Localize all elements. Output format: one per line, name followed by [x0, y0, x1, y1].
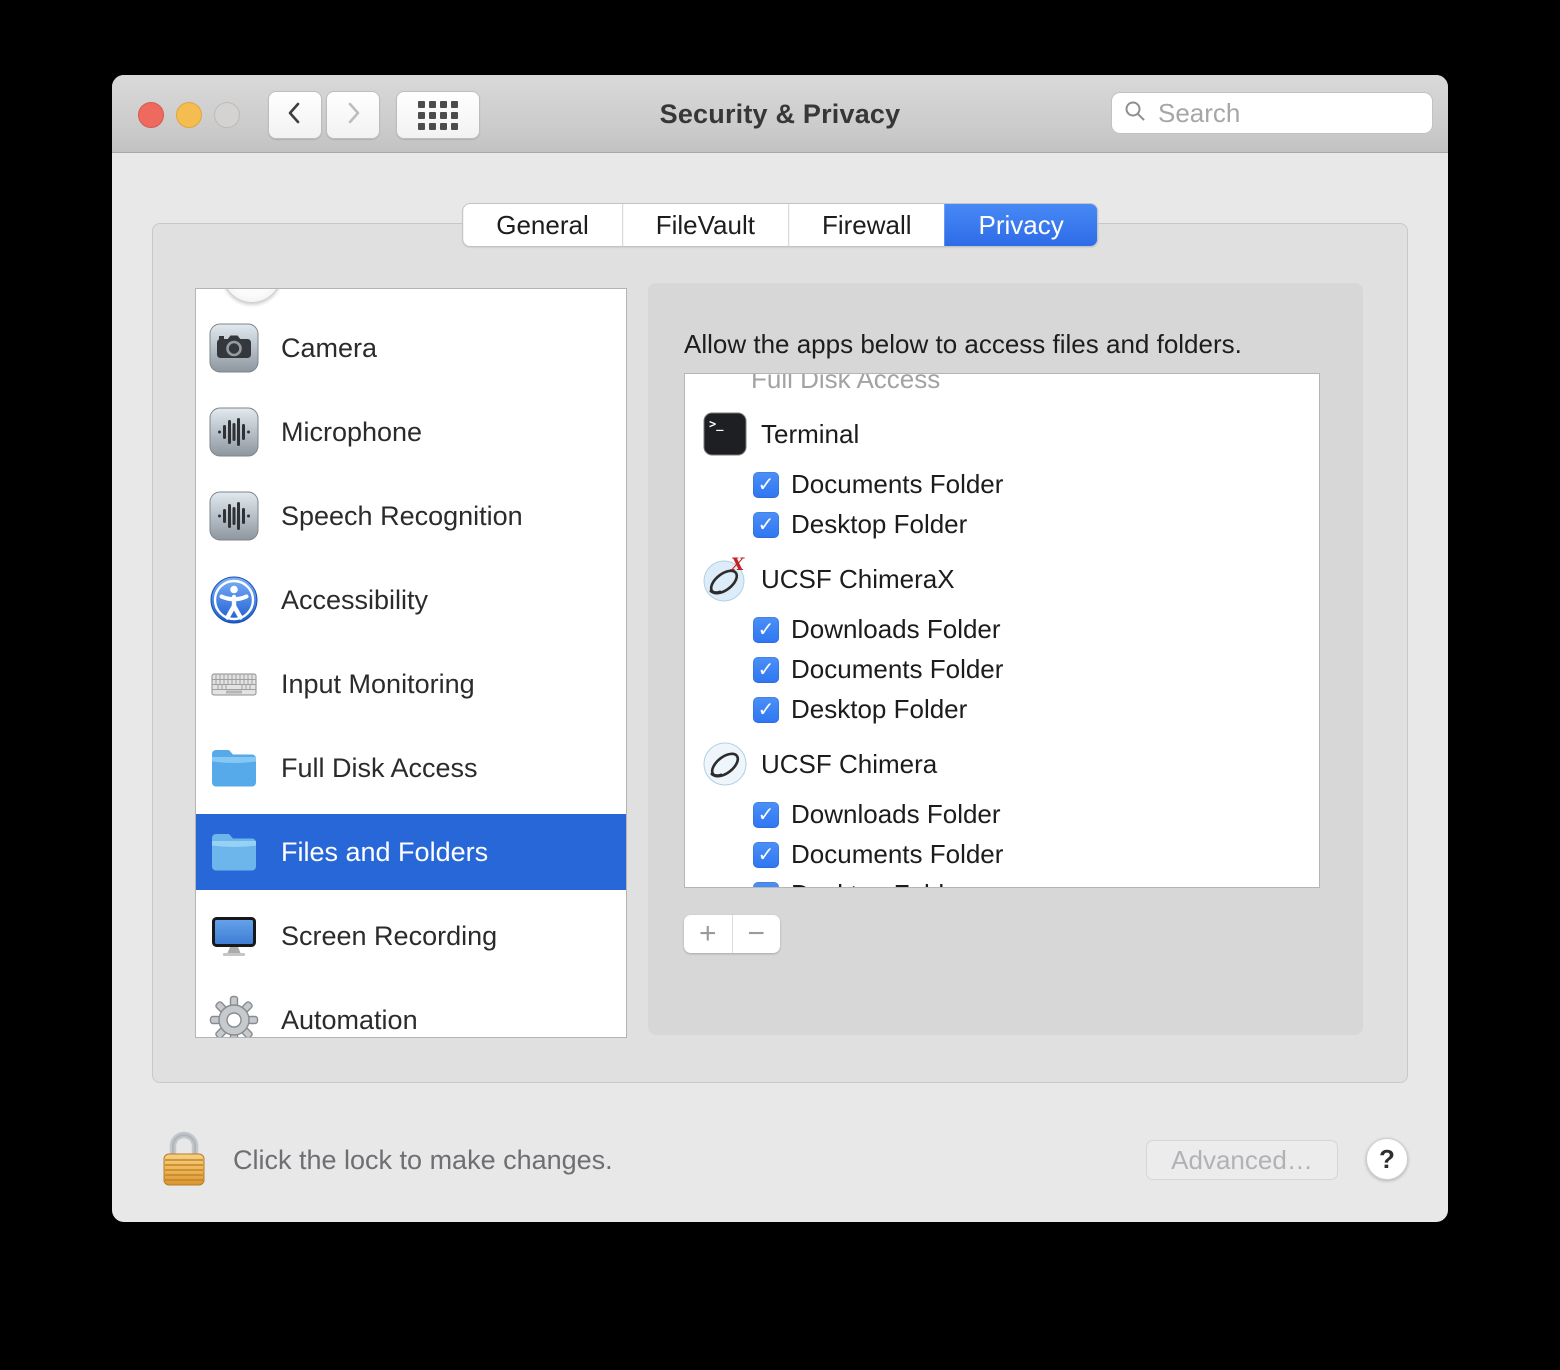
privacy-category-list: Camera Microphone Speech Recognition Acc… — [195, 288, 627, 1038]
tab-bar: General FileVault Firewall Privacy — [462, 203, 1098, 247]
sidebar-item-microphone[interactable]: Microphone — [196, 390, 626, 474]
tab-privacy[interactable]: Privacy — [945, 204, 1097, 246]
search-input[interactable] — [1156, 97, 1448, 130]
checkbox[interactable] — [753, 882, 779, 889]
clipped-list-item: Full Disk Access — [751, 373, 1319, 395]
sidebar-item-camera[interactable]: Camera — [196, 306, 626, 390]
sidebar-item-label: Automation — [281, 1005, 418, 1036]
blue-folder-icon — [209, 827, 259, 877]
blue-folder-icon — [209, 743, 259, 793]
tab-filevault[interactable]: FileVault — [622, 204, 788, 246]
tab-firewall[interactable]: Firewall — [788, 204, 945, 246]
accessibility-icon — [209, 575, 259, 625]
permission-row: Documents Folder — [753, 471, 1319, 498]
sidebar-item-input-monitoring[interactable]: Input Monitoring — [196, 642, 626, 726]
app-name: Terminal — [761, 419, 859, 450]
sidebar-item-accessibility[interactable]: Accessibility — [196, 558, 626, 642]
permission-label: Desktop Folder — [791, 509, 967, 540]
advanced-button: Advanced… — [1146, 1140, 1338, 1180]
sidebar-item-files-and-folders[interactable]: Files and Folders — [196, 814, 626, 890]
sidebar-item-screen-recording[interactable]: Screen Recording — [196, 894, 626, 978]
sidebar-item-label: Microphone — [281, 417, 422, 448]
permission-label: Desktop Folder — [791, 694, 967, 725]
title-bar: Security & Privacy — [112, 75, 1448, 153]
camera-icon — [209, 323, 259, 373]
chimera-icon — [701, 740, 749, 788]
chimerax-icon: X — [701, 555, 749, 603]
checkbox[interactable] — [753, 617, 779, 643]
svg-text:>_: >_ — [709, 417, 724, 432]
add-remove-control: + − — [684, 915, 780, 953]
app-name: UCSF ChimeraX — [761, 564, 955, 595]
sidebar-item-label: Speech Recognition — [281, 501, 523, 532]
sidebar-item-label: Accessibility — [281, 585, 428, 616]
app-row-chimerax: X UCSF ChimeraX — [701, 555, 1319, 603]
permission-label: Downloads Folder — [791, 614, 1001, 645]
checkbox[interactable] — [753, 472, 779, 498]
speech-recognition-icon — [209, 491, 259, 541]
panel-header: Allow the apps below to access files and… — [684, 329, 1242, 360]
sidebar-item-label: Input Monitoring — [281, 669, 475, 700]
keyboard-icon — [209, 659, 259, 709]
app-permission-list: Full Disk Access >_ Terminal Documents F… — [684, 373, 1320, 888]
permission-label: Documents Folder — [791, 839, 1003, 870]
sidebar-item-full-disk-access[interactable]: Full Disk Access — [196, 726, 626, 810]
permission-row: Desktop Folder — [753, 881, 1319, 888]
sidebar-item-label: Camera — [281, 333, 377, 364]
permission-label: Downloads Folder — [791, 799, 1001, 830]
checkbox[interactable] — [753, 697, 779, 723]
files-and-folders-panel: Allow the apps below to access files and… — [648, 283, 1363, 1035]
lock-message: Click the lock to make changes. — [233, 1145, 613, 1176]
svg-text:X: X — [730, 555, 745, 575]
app-name: UCSF Chimera — [761, 749, 937, 780]
lock-icon — [162, 1174, 206, 1191]
lock-button[interactable] — [162, 1127, 206, 1187]
app-row-terminal: >_ Terminal — [701, 410, 1319, 458]
sidebar-item-automation[interactable]: Automation — [196, 978, 626, 1038]
permission-label: Desktop Folder — [791, 879, 967, 888]
gear-icon — [209, 995, 259, 1038]
sidebar-item-label: Screen Recording — [281, 921, 497, 952]
checkbox[interactable] — [753, 802, 779, 828]
display-icon — [209, 911, 259, 961]
permission-row: Desktop Folder — [753, 696, 1319, 723]
checkbox[interactable] — [753, 657, 779, 683]
sidebar-item-speech-recognition[interactable]: Speech Recognition — [196, 474, 626, 558]
permission-label: Documents Folder — [791, 469, 1003, 500]
permission-row: Downloads Folder — [753, 616, 1319, 643]
checkbox[interactable] — [753, 512, 779, 538]
sidebar-item-label: Files and Folders — [281, 837, 488, 868]
remove-app-button[interactable]: − — [733, 915, 781, 953]
tab-general[interactable]: General — [463, 204, 622, 246]
search-icon — [1124, 100, 1146, 127]
search-field[interactable] — [1111, 92, 1433, 134]
help-button[interactable]: ? — [1366, 1138, 1408, 1180]
permission-row: Desktop Folder — [753, 511, 1319, 538]
sidebar-item-label: Full Disk Access — [281, 753, 478, 784]
add-app-button[interactable]: + — [684, 915, 733, 953]
security-privacy-window: Security & Privacy General FileVault Fir… — [112, 75, 1448, 1222]
terminal-icon: >_ — [701, 410, 749, 458]
microphone-icon — [209, 407, 259, 457]
permission-label: Documents Folder — [791, 654, 1003, 685]
checkbox[interactable] — [753, 842, 779, 868]
permission-row: Downloads Folder — [753, 801, 1319, 828]
permission-row: Documents Folder — [753, 841, 1319, 868]
app-row-chimera: UCSF Chimera — [701, 740, 1319, 788]
permission-row: Documents Folder — [753, 656, 1319, 683]
